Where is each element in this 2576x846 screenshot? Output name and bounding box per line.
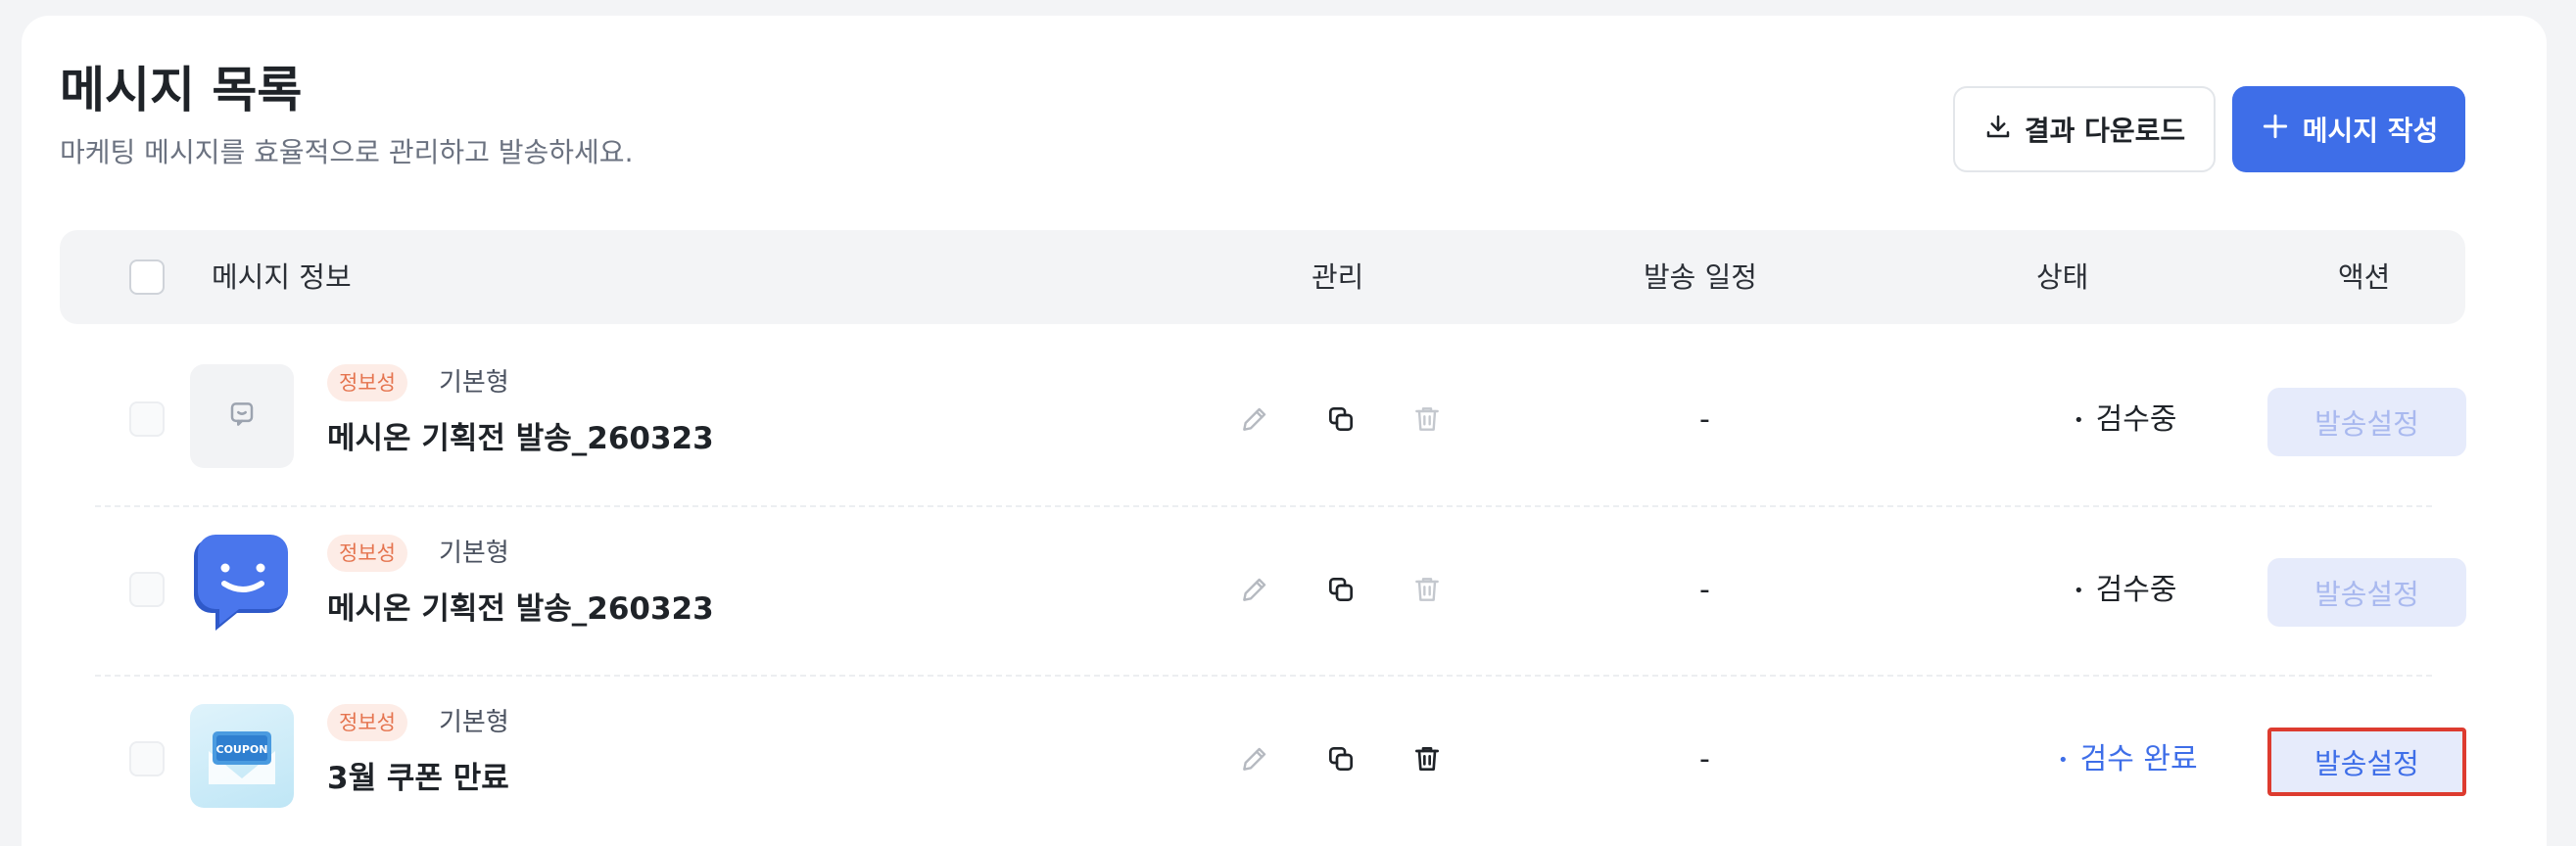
brand-chat-logo-icon — [192, 535, 292, 638]
message-name: 3월 쿠폰 만료 — [327, 761, 509, 796]
send-schedule: - — [1699, 742, 1710, 776]
select-all-checkbox[interactable] — [129, 259, 165, 295]
chat-placeholder-icon — [227, 400, 257, 433]
coupon-text: COUPON — [216, 743, 268, 756]
coupon-image-icon: COUPON — [209, 731, 275, 784]
download-results-button[interactable]: 결과 다운로드 — [1953, 86, 2216, 172]
status-label: 검수중 — [2095, 402, 2177, 437]
status-badge: • 검수중 — [2074, 335, 2176, 504]
status-label: 검수중 — [2095, 573, 2177, 607]
column-header-manage: 관리 — [1312, 260, 1364, 294]
column-header-schedule: 발송 일정 — [1644, 260, 1757, 294]
trash-icon[interactable] — [1407, 570, 1447, 609]
copy-icon[interactable] — [1321, 400, 1360, 439]
send-settings-button[interactable]: 발송설정 — [2267, 388, 2466, 456]
status-dot: • — [2058, 750, 2069, 771]
pencil-icon[interactable] — [1235, 400, 1274, 439]
table-row: COUPON 정보성 기본형 3월 쿠폰 만료 - • 검수 완료 발송설정 — [60, 675, 2466, 844]
send-schedule: - — [1699, 402, 1710, 437]
send-settings-button[interactable]: 발송설정 — [2267, 728, 2466, 796]
copy-icon[interactable] — [1321, 739, 1360, 778]
status-dot: • — [2074, 410, 2084, 431]
download-results-label: 결과 다운로드 — [2024, 115, 2186, 147]
column-header-info: 메시지 정보 — [212, 260, 352, 294]
column-header-action: 액션 — [2338, 260, 2391, 294]
table-header: 메시지 정보 관리 발송 일정 상태 액션 — [60, 230, 2465, 324]
message-type: 기본형 — [439, 708, 509, 737]
table-row: 정보성 기본형 메시온 기획전 발송_260323 - • 검수중 발송설정 — [60, 335, 2466, 504]
status-label: 검수 완료 — [2079, 742, 2198, 776]
send-schedule: - — [1699, 573, 1710, 607]
page-title: 메시지 목록 — [60, 62, 303, 118]
message-tag: 정보성 — [327, 704, 407, 741]
send-settings-button[interactable]: 발송설정 — [2267, 558, 2466, 627]
status-dot: • — [2074, 581, 2084, 601]
pencil-icon[interactable] — [1235, 570, 1274, 609]
message-name: 메시온 기획전 발송_260323 — [327, 591, 714, 627]
message-tag: 정보성 — [327, 364, 407, 401]
trash-icon[interactable] — [1407, 400, 1447, 439]
row-checkbox[interactable] — [129, 401, 165, 437]
row-checkbox[interactable] — [129, 741, 165, 776]
create-message-label: 메시지 작성 — [2302, 115, 2439, 147]
plus-icon — [2260, 111, 2291, 149]
message-tag: 정보성 — [327, 535, 407, 572]
message-thumbnail — [190, 364, 294, 468]
copy-icon[interactable] — [1321, 570, 1360, 609]
message-type: 기본형 — [439, 368, 509, 398]
create-message-button[interactable]: 메시지 작성 — [2232, 86, 2465, 172]
status-badge: • 검수 완료 — [2058, 675, 2198, 844]
trash-icon[interactable] — [1407, 739, 1447, 778]
message-name: 메시온 기획전 발송_260323 — [327, 421, 714, 456]
message-thumbnail — [190, 535, 294, 638]
pencil-icon[interactable] — [1235, 739, 1274, 778]
table-row: 정보성 기본형 메시온 기획전 발송_260323 - • 검수중 발송설정 — [60, 505, 2466, 675]
page-subtitle: 마케팅 메시지를 효율적으로 관리하고 발송하세요. — [60, 136, 634, 168]
message-type: 기본형 — [439, 539, 509, 568]
download-icon — [1983, 112, 2013, 148]
status-badge: • 검수중 — [2074, 505, 2176, 675]
column-header-status: 상태 — [2036, 260, 2089, 294]
message-thumbnail: COUPON — [190, 704, 294, 808]
row-checkbox[interactable] — [129, 572, 165, 607]
